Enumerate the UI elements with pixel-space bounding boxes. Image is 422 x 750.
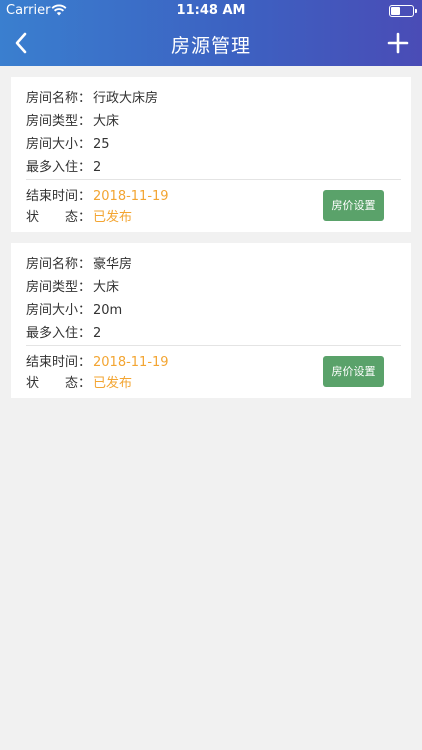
end-time-row: 结束时间： 2018-11-19 bbox=[26, 351, 169, 370]
divider bbox=[26, 345, 401, 346]
status-badge: 已发布 bbox=[93, 376, 133, 391]
clock: 11:48 AM bbox=[176, 3, 246, 18]
end-time-row: 结束时间： 2018-11-19 bbox=[26, 185, 169, 204]
room-name-label: 房间名称： bbox=[26, 257, 92, 272]
status-label: 状 态： bbox=[26, 210, 92, 225]
end-time-label: 结束时间： bbox=[26, 355, 92, 370]
max-occupancy-label: 最多入住： bbox=[26, 160, 92, 175]
max-occupancy-value: 2 bbox=[93, 160, 102, 175]
plus-icon[interactable] bbox=[386, 31, 410, 55]
room-type-label: 房间类型： bbox=[26, 280, 92, 295]
room-size-label: 房间大小： bbox=[26, 137, 92, 152]
battery-icon bbox=[389, 5, 417, 17]
room-name-row: 房间名称： 豪华房 bbox=[26, 253, 132, 272]
room-size-value: 20m bbox=[93, 303, 123, 318]
end-time-value: 2018-11-19 bbox=[93, 189, 169, 204]
end-time-value: 2018-11-19 bbox=[93, 355, 169, 370]
max-occupancy-row: 最多入住： 2 bbox=[26, 156, 101, 175]
room-name-label: 房间名称： bbox=[26, 91, 92, 106]
status-row: 状 态： 已发布 bbox=[26, 372, 132, 391]
room-size-row: 房间大小： 25 bbox=[26, 133, 110, 152]
status-bar: Carrier 11:48 AM bbox=[0, 0, 422, 22]
room-name-value: 行政大床房 bbox=[93, 91, 159, 106]
room-size-row: 房间大小： 20m bbox=[26, 299, 122, 318]
room-type-label: 房间类型： bbox=[26, 114, 92, 129]
price-settings-button[interactable]: 房价设置 bbox=[323, 356, 384, 387]
room-name-row: 房间名称： 行政大床房 bbox=[26, 87, 158, 106]
room-size-label: 房间大小： bbox=[26, 303, 92, 318]
room-type-value: 大床 bbox=[93, 280, 120, 295]
divider bbox=[26, 179, 401, 180]
status-badge: 已发布 bbox=[93, 210, 133, 225]
room-size-value: 25 bbox=[93, 137, 110, 152]
page-title: 房源管理 bbox=[170, 35, 251, 57]
room-type-value: 大床 bbox=[93, 114, 120, 129]
end-time-label: 结束时间： bbox=[26, 189, 92, 204]
room-type-row: 房间类型： 大床 bbox=[26, 276, 119, 295]
status-label: 状 态： bbox=[26, 376, 92, 391]
room-card: 房间名称： 豪华房 房间类型： 大床 房间大小： 20m 最多入住： 2 结束时间： 20… bbox=[11, 243, 411, 398]
price-settings-button[interactable]: 房价设置 bbox=[323, 190, 384, 221]
max-occupancy-row: 最多入住： 2 bbox=[26, 322, 101, 341]
room-name-value: 豪华房 bbox=[93, 257, 133, 272]
max-occupancy-value: 2 bbox=[93, 326, 102, 341]
max-occupancy-label: 最多入住： bbox=[26, 326, 92, 341]
app-header: Carrier 11:48 AM 房源管理 bbox=[0, 0, 422, 66]
status-row: 状 态： 已发布 bbox=[26, 206, 132, 225]
room-type-row: 房间类型： 大床 bbox=[26, 110, 119, 129]
room-card: 房间名称： 行政大床房 房间类型： 大床 房间大小： 25 最多入住： 2 结束时间： 2… bbox=[11, 77, 411, 232]
